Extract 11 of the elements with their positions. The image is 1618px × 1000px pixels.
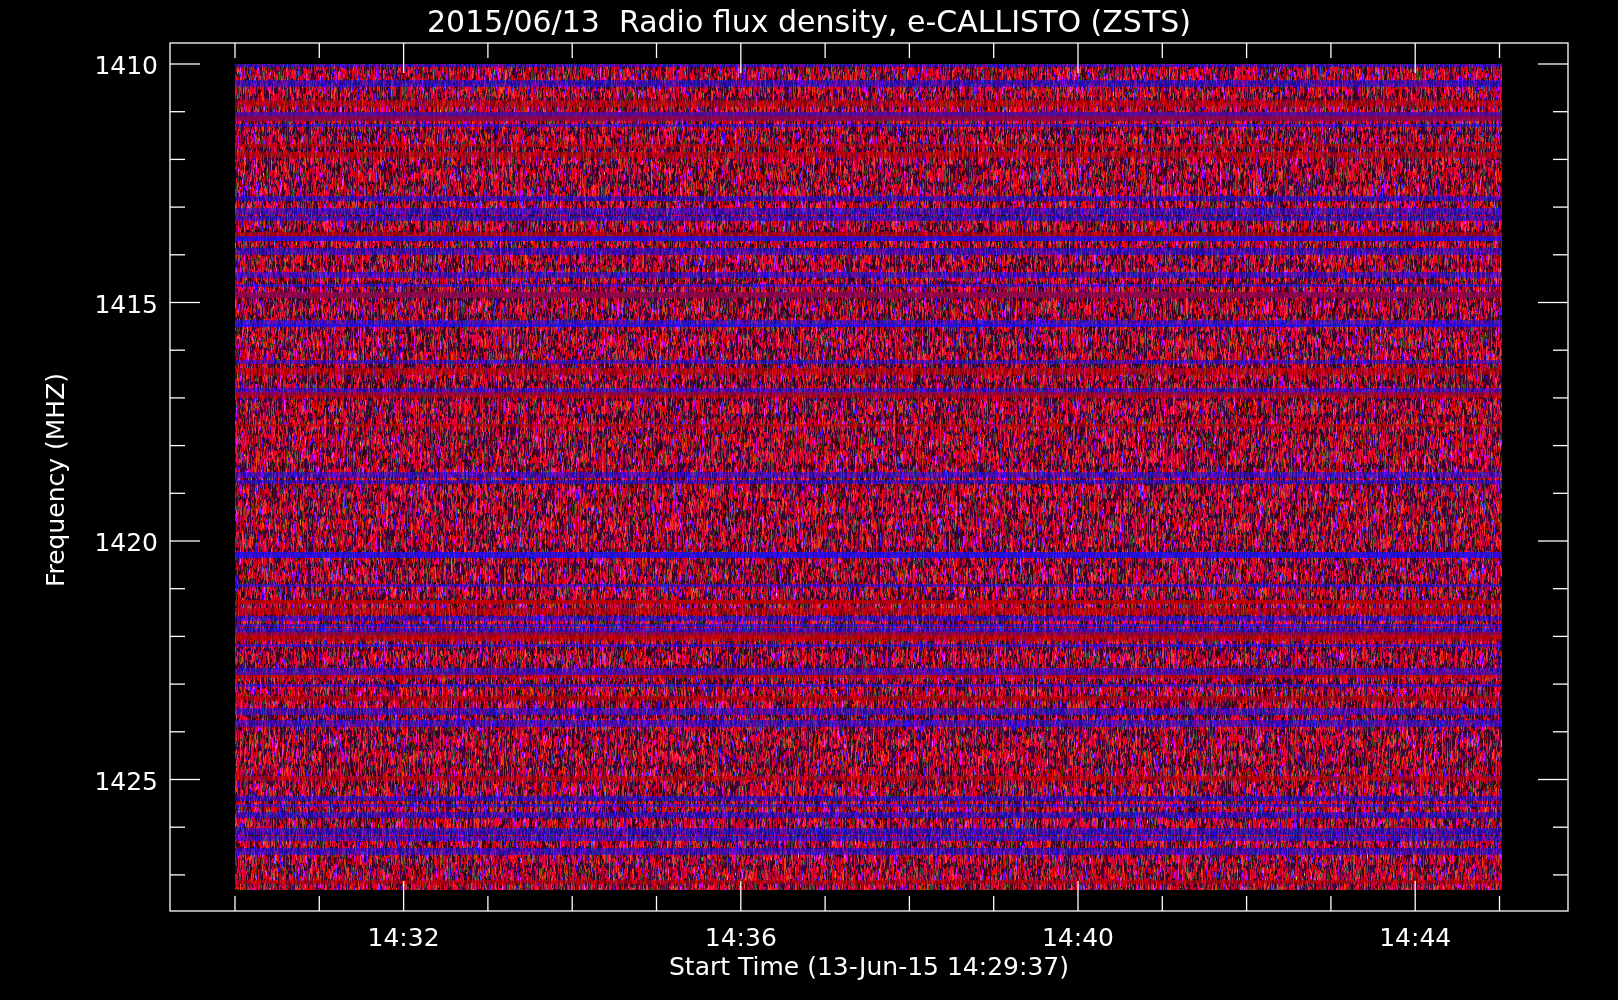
y-tick-label: 1425 [94,766,158,796]
x-tick-label: 14:44 [1379,923,1452,952]
x-tick-label: 14:36 [704,923,777,952]
y-tick-label: 1410 [94,51,158,80]
x-tick-label: 14:32 [367,923,440,952]
y-axis-label: Frequency (MHZ) [41,372,70,588]
y-tick-label: 1415 [94,289,158,319]
chart-title: 2015/06/13 Radio flux density, e-CALLISTO (ZSTS) [427,4,1191,39]
x-axis-label: Start Time (13-Jun-15 14:29:37) [669,952,1069,981]
y-tick-label: 1420 [94,528,158,557]
x-tick-label: 14:40 [1042,923,1114,952]
